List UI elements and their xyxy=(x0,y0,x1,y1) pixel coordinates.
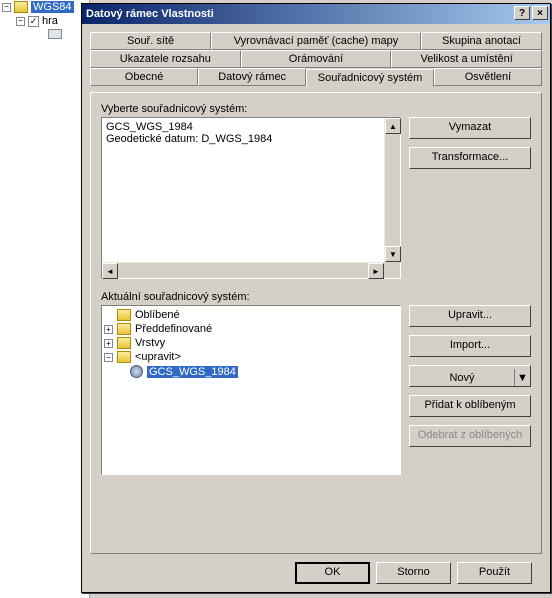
help-button[interactable]: ? xyxy=(514,6,530,20)
import-button[interactable]: Import... xyxy=(409,335,531,357)
ok-button[interactable]: OK xyxy=(295,562,370,584)
layers-icon xyxy=(14,1,28,13)
tab-frame[interactable]: Orámování xyxy=(241,50,392,68)
tree-label-selected: GCS_WGS_1984 xyxy=(147,366,238,378)
bg-tree-root[interactable]: − WGS84 xyxy=(0,0,89,14)
scroll-left-icon[interactable]: ◄ xyxy=(102,263,118,279)
scroll-corner xyxy=(384,262,400,278)
bg-tree-symbol xyxy=(0,28,89,40)
tree-node-predefined[interactable]: + Předdefinované xyxy=(104,322,398,336)
tab-general[interactable]: Obecné xyxy=(90,68,198,86)
expand-icon[interactable]: + xyxy=(104,339,113,348)
tab-coordinate-system[interactable]: Souřadnicový systém xyxy=(306,69,434,87)
folder-icon xyxy=(117,351,131,363)
cs-line-2: Geodetické datum: D_WGS_1984 xyxy=(106,133,396,145)
select-cs-label: Vyberte souřadnicový systém: xyxy=(101,103,531,115)
remove-favorite-button: Odebrat z oblíbených xyxy=(409,425,531,447)
tree-node-layers[interactable]: + Vrstvy xyxy=(104,336,398,350)
bg-tree-root-label[interactable]: WGS84 xyxy=(31,1,74,13)
dialog-title: Datový rámec Vlastnosti xyxy=(86,8,214,20)
tree-label: Oblíbené xyxy=(135,309,180,321)
new-button[interactable]: Nový ▼ xyxy=(409,365,531,387)
scroll-right-icon[interactable]: ► xyxy=(368,263,384,279)
tab-strip: Souř. sítě Vyrovnávací paměť (cache) map… xyxy=(90,32,542,86)
background-tree-panel: − WGS84 − ✓ hra xyxy=(0,0,90,598)
bg-tree-child-label: hra xyxy=(42,15,58,27)
tree-label: <upravit> xyxy=(135,351,181,363)
scroll-down-icon[interactable]: ▼ xyxy=(385,246,401,262)
tree-label: Předdefinované xyxy=(135,323,212,335)
properties-dialog: Datový rámec Vlastnosti ? × Souř. sítě V… xyxy=(81,3,551,593)
cancel-button[interactable]: Storno xyxy=(376,562,451,584)
expand-icon[interactable]: − xyxy=(2,3,11,12)
tree-node-favorites[interactable]: Oblíbené xyxy=(104,308,398,322)
checkbox-icon[interactable]: ✓ xyxy=(28,16,39,27)
dialog-titlebar[interactable]: Datový rámec Vlastnosti ? × xyxy=(82,4,550,24)
tab-annotation[interactable]: Skupina anotací xyxy=(421,32,542,50)
expand-icon[interactable]: − xyxy=(16,17,25,26)
current-cs-label: Aktuální souřadnicový systém: xyxy=(101,291,531,303)
selected-cs-text[interactable]: GCS_WGS_1984 Geodetické datum: D_WGS_198… xyxy=(101,117,401,279)
layer-symbol-icon xyxy=(48,29,62,39)
scrollbar-vertical[interactable]: ▲ ▼ xyxy=(384,118,400,262)
expand-icon[interactable]: + xyxy=(104,325,113,334)
add-favorite-button[interactable]: Přidat k oblíbeným xyxy=(409,395,531,417)
scroll-up-icon[interactable]: ▲ xyxy=(385,118,401,134)
tab-size-position[interactable]: Velikost a umístění xyxy=(391,50,542,68)
folder-icon xyxy=(117,337,131,349)
collapse-icon[interactable]: − xyxy=(104,353,113,362)
folder-icon xyxy=(117,323,131,335)
tree-label: Vrstvy xyxy=(135,337,165,349)
cs-tree[interactable]: Oblíbené + Předdefinované + Vrstvy − <up… xyxy=(101,305,401,475)
close-button[interactable]: × xyxy=(532,6,548,20)
globe-icon xyxy=(130,365,143,378)
tree-node-custom[interactable]: − <upravit> xyxy=(104,350,398,364)
modify-button[interactable]: Upravit... xyxy=(409,305,531,327)
folder-icon xyxy=(117,309,131,321)
tab-illumination[interactable]: Osvětlení xyxy=(434,68,542,86)
apply-button[interactable]: Použít xyxy=(457,562,532,584)
clear-button[interactable]: Vymazat xyxy=(409,117,531,139)
tab-extent-indicators[interactable]: Ukazatele rozsahu xyxy=(90,50,241,68)
tab-data-frame[interactable]: Datový rámec xyxy=(198,68,306,86)
tab-content: Vyberte souřadnicový systém: GCS_WGS_198… xyxy=(90,92,542,554)
new-button-label: Nový xyxy=(410,369,514,386)
scrollbar-horizontal[interactable]: ◄ ► xyxy=(102,262,384,278)
cs-line-1: GCS_WGS_1984 xyxy=(106,121,396,133)
dropdown-arrow-icon[interactable]: ▼ xyxy=(514,369,530,386)
tab-cache[interactable]: Vyrovnávací paměť (cache) mapy xyxy=(211,32,421,50)
dialog-button-bar: OK Storno Použít xyxy=(90,554,542,584)
tab-grids[interactable]: Souř. sítě xyxy=(90,32,211,50)
tree-node-gcs-wgs1984[interactable]: GCS_WGS_1984 xyxy=(104,364,398,379)
transformations-button[interactable]: Transformace... xyxy=(409,147,531,169)
bg-tree-child[interactable]: − ✓ hra xyxy=(0,14,89,28)
